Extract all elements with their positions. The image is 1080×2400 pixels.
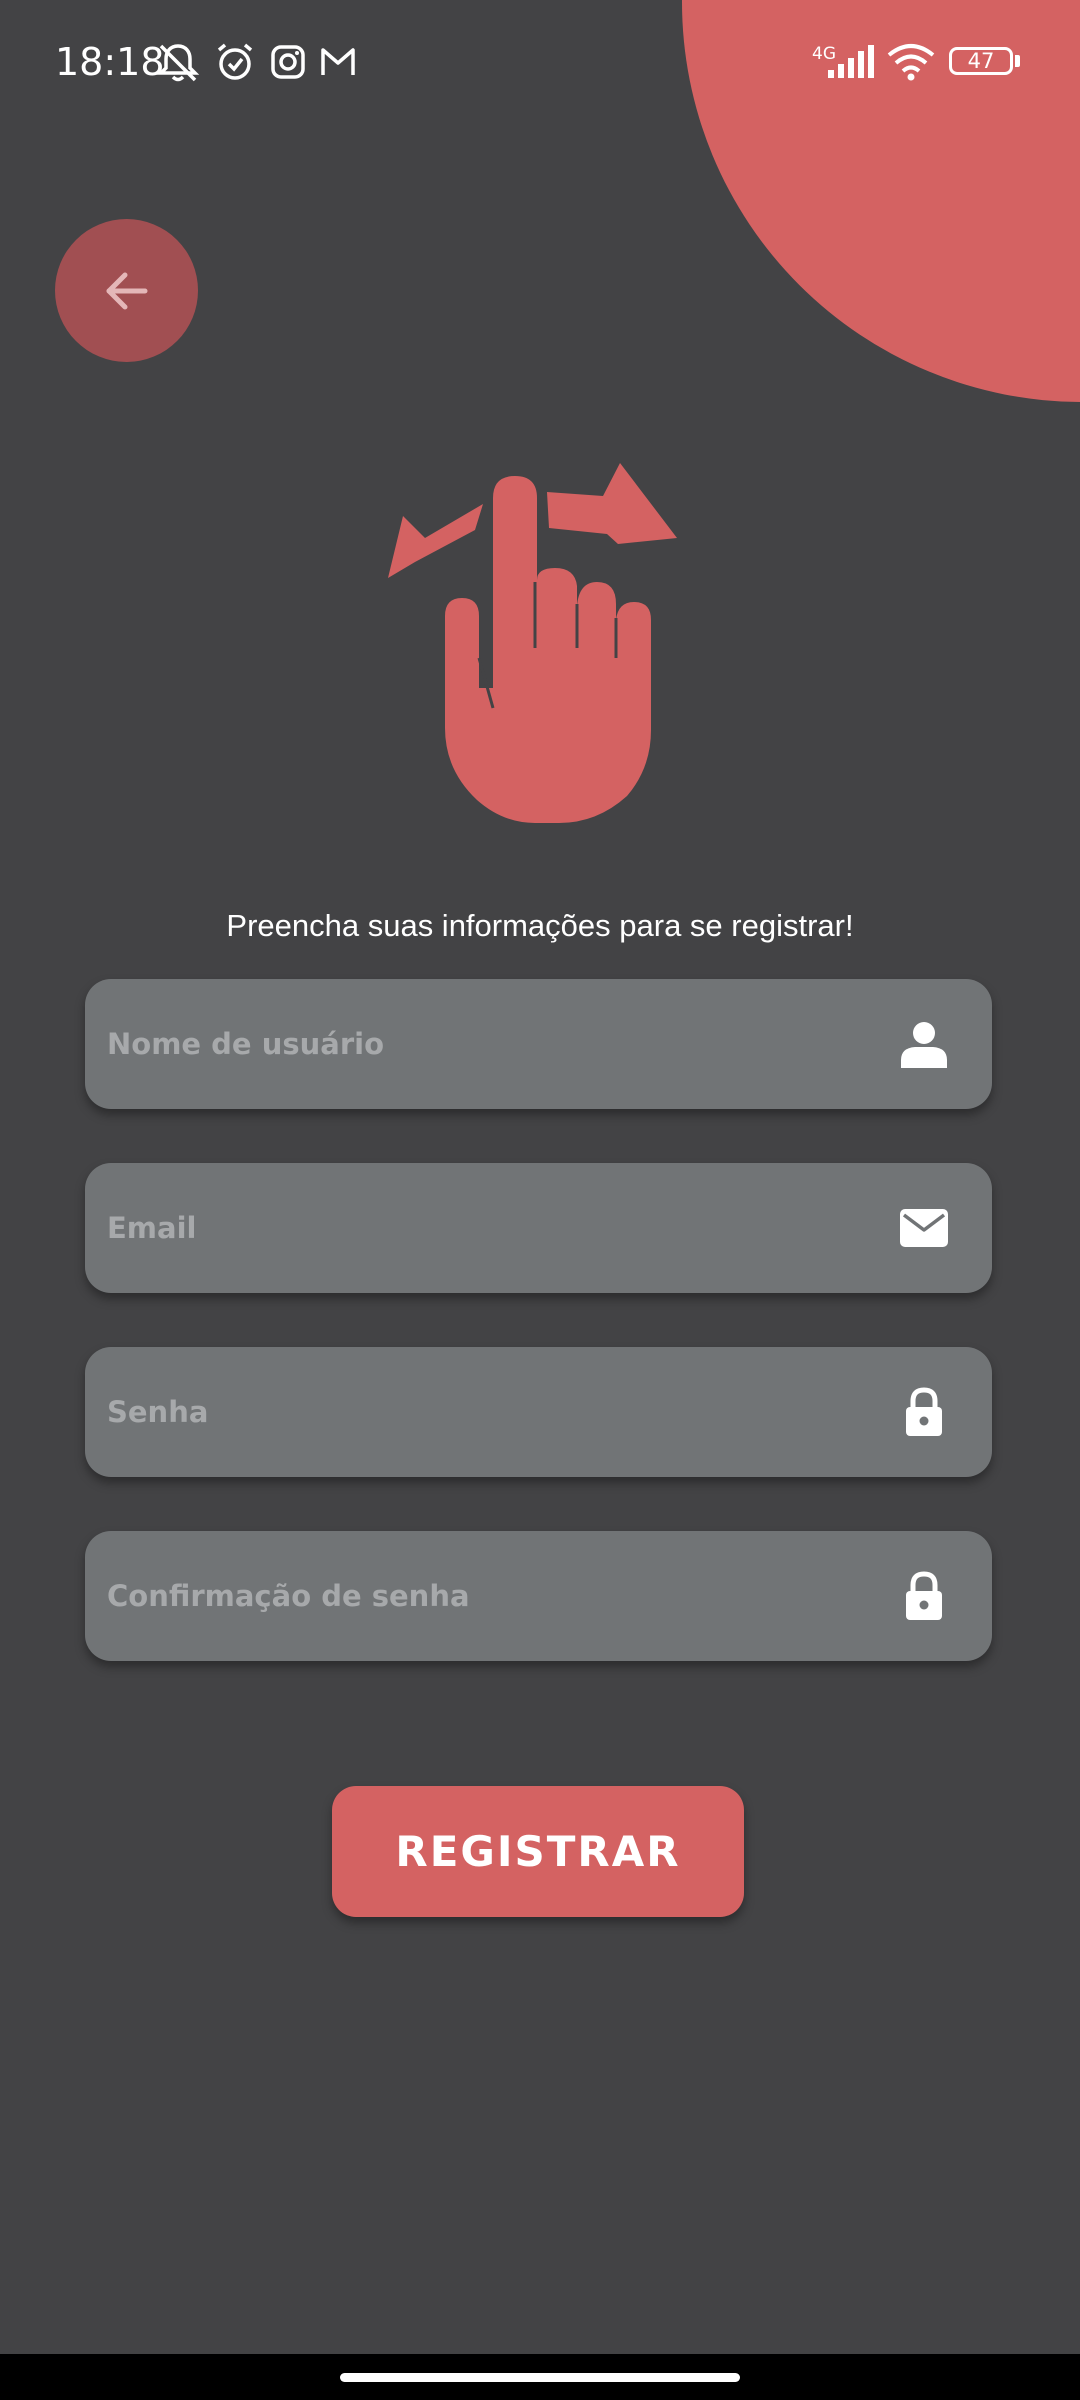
- person-icon: [894, 1014, 954, 1074]
- confirm-password-input[interactable]: [107, 1531, 887, 1661]
- battery-tip: [1015, 55, 1020, 67]
- instagram-icon: [268, 40, 308, 84]
- lock-icon: [894, 1382, 954, 1442]
- password-field[interactable]: [85, 1347, 992, 1477]
- password-input[interactable]: [107, 1347, 887, 1477]
- username-field[interactable]: [85, 979, 992, 1109]
- alarm-icon: [213, 40, 257, 84]
- mail-icon: [894, 1198, 954, 1258]
- wifi-icon: [886, 42, 936, 86]
- status-time: 18:18: [55, 40, 165, 84]
- home-indicator[interactable]: [340, 2373, 740, 2382]
- arrow-left-icon: [106, 272, 147, 309]
- lock-icon: [894, 1566, 954, 1626]
- muted-bell-icon: [155, 40, 201, 84]
- confirm-password-field[interactable]: [85, 1531, 992, 1661]
- status-bar: 18:18 4G 47: [0, 0, 1080, 126]
- form-intro-text: Preencha suas informações para se regist…: [226, 908, 854, 943]
- register-screen: 18:18 4G 47 Preencha suas informações pa…: [0, 0, 1080, 2400]
- battery-indicator: 47: [949, 47, 1013, 75]
- gmail-icon: [318, 40, 358, 84]
- swipe-hand-icon: [385, 458, 685, 828]
- signal-icon: [826, 44, 876, 88]
- email-field[interactable]: [85, 1163, 992, 1293]
- register-button[interactable]: REGISTRAR: [332, 1786, 744, 1917]
- back-button[interactable]: [55, 219, 198, 362]
- username-input[interactable]: [107, 979, 887, 1109]
- email-input[interactable]: [107, 1163, 887, 1293]
